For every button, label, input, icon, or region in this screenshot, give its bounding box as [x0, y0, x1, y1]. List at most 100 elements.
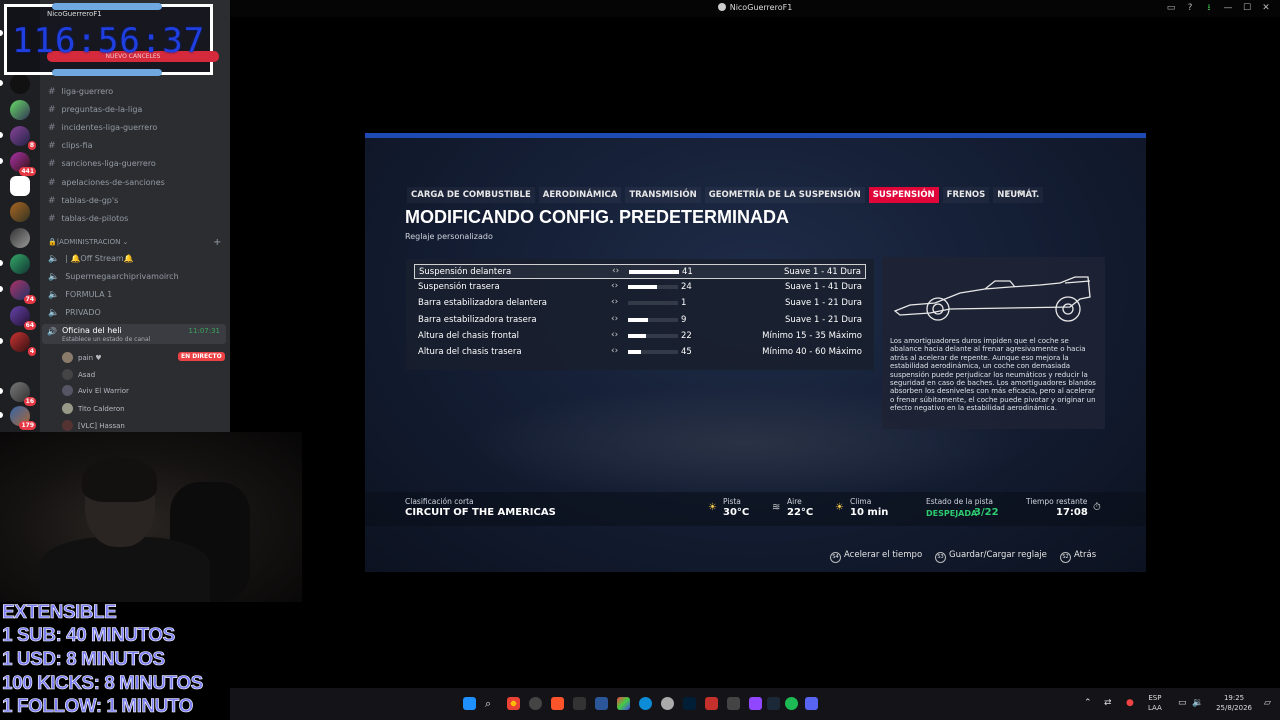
channel-item[interactable]: # apelaciones-de-sanciones	[48, 178, 165, 188]
microphone-icon[interactable]: ●	[1126, 698, 1134, 708]
voice-user[interactable]: pain ♥	[62, 352, 102, 363]
download-icon[interactable]: ⭳	[1203, 2, 1215, 14]
footer-save-load[interactable]: S3 Guardar/Cargar reglaje	[935, 550, 1047, 563]
channel-item[interactable]: # sanciones-liga-guerrero	[48, 159, 156, 169]
tab-fuel[interactable]: CARGA DE COMBUSTIBLE	[407, 187, 535, 203]
server-icon[interactable]: 179	[10, 406, 36, 430]
obs-icon[interactable]	[749, 697, 762, 710]
footer-back[interactable]: S2 Atrás	[1060, 550, 1096, 563]
channel-item[interactable]: # incidentes-liga-guerrero	[48, 123, 157, 133]
left-right-arrows-icon[interactable]: ‹›	[612, 266, 619, 276]
setting-row[interactable]: Altura del chasis frontal ‹› 22 Mínimo 1…	[414, 329, 866, 344]
overlay-name: NicoGuerreroF1	[47, 10, 102, 18]
channel-item[interactable]: # liga-guerrero	[48, 87, 113, 97]
active-voice-channel[interactable]: 🔊 Oficina del heli Establece un estado d…	[42, 324, 226, 344]
server-icon[interactable]	[10, 202, 30, 222]
track-temp-value: 30°C	[723, 507, 750, 518]
voice-channel-item[interactable]: 🔈 | 🔔Off Stream🔔	[48, 254, 134, 264]
channel-item[interactable]: # clips-fia	[48, 141, 92, 151]
voice-channel-item[interactable]: 🔈 Supermegaarchiprivamoirch	[48, 272, 179, 282]
tab-aero[interactable]: AERODINÁMICA	[538, 187, 622, 203]
left-right-arrows-icon[interactable]: ‹›	[611, 346, 618, 356]
tab-brakes[interactable]: FRENOS	[942, 187, 990, 203]
voice-user[interactable]: [VLC] Hassan	[62, 420, 125, 431]
app-icon[interactable]	[661, 697, 674, 710]
app-icon[interactable]	[705, 697, 718, 710]
word-icon[interactable]	[595, 697, 608, 710]
cast-icon[interactable]: ▭	[1165, 2, 1177, 14]
tab-geometry[interactable]: GEOMETRÍA DE LA SUSPENSIÓN	[704, 187, 865, 203]
volume-icon[interactable]: 🔉	[1192, 698, 1203, 708]
server-icon[interactable]: 8	[10, 126, 36, 150]
right-bumper-icon[interactable]: ↷	[1017, 189, 1025, 200]
server-icon[interactable]	[10, 228, 30, 248]
server-icon[interactable]: 74	[10, 280, 36, 304]
wind-icon: ≋	[772, 502, 781, 513]
system-clock[interactable]: 19:25 25/8/2026	[1216, 693, 1252, 713]
server-icon[interactable]: 441	[10, 152, 36, 176]
windows-start-icon[interactable]	[463, 697, 476, 710]
network-icon[interactable]: ▭	[1178, 698, 1187, 708]
left-right-arrows-icon[interactable]: ‹›	[611, 281, 618, 291]
category-header[interactable]: 🔒|ADMINISTRACION ⌄	[48, 238, 128, 246]
setting-row[interactable]: Altura del chasis trasera ‹› 45 Mínimo 4…	[414, 345, 866, 360]
minimize-button[interactable]: —	[1222, 2, 1234, 14]
setting-row[interactable]: Barra estabilizadora trasera ‹› 9 Suave …	[414, 313, 866, 328]
voice-channel-item[interactable]: 🔈 FORMULA 1	[48, 290, 112, 300]
left-bumper-icon[interactable]: ↶	[1005, 189, 1013, 200]
left-right-arrows-icon[interactable]: ‹›	[611, 297, 618, 307]
channel-item[interactable]: # preguntas-de-la-liga	[48, 105, 142, 115]
brave-icon[interactable]	[551, 697, 564, 710]
search-icon[interactable]: ⌕	[485, 697, 498, 710]
edge-icon[interactable]	[639, 697, 652, 710]
air-temp-value: 22°C	[787, 507, 814, 518]
calculator-icon[interactable]	[573, 697, 586, 710]
channel-item[interactable]: # tablas-de-pilotos	[48, 214, 128, 224]
voice-user[interactable]: Asad	[62, 369, 95, 380]
channel-item[interactable]: # tablas-de-gp's	[48, 196, 118, 206]
sync-icon[interactable]: ⇄	[1104, 698, 1112, 708]
app-icon[interactable]	[727, 697, 740, 710]
spotify-icon[interactable]	[785, 697, 798, 710]
copilot-icon[interactable]	[617, 697, 630, 710]
server-icon[interactable]	[10, 100, 30, 120]
discord-icon[interactable]	[805, 697, 818, 710]
server-icon[interactable]: 16	[10, 382, 36, 406]
tab-transmission[interactable]: TRANSMISIÓN	[625, 187, 701, 203]
server-icon[interactable]: 4	[10, 332, 36, 356]
overlay-line: 1 FOLLOW: 1 MINUTO	[2, 696, 194, 718]
tab-suspension[interactable]: SUSPENSIÓN	[868, 187, 939, 203]
github-icon[interactable]	[529, 697, 542, 710]
left-right-arrows-icon[interactable]: ‹›	[611, 314, 618, 324]
photoshop-icon[interactable]	[683, 697, 696, 710]
setting-row[interactable]: Suspensión trasera ‹› 24 Suave 1 - 41 Du…	[414, 280, 866, 295]
help-icon[interactable]: ?	[1184, 2, 1196, 14]
chrome-icon[interactable]	[507, 697, 520, 710]
left-right-arrows-icon[interactable]: ‹›	[611, 330, 618, 340]
maximize-button[interactable]: ☐	[1241, 2, 1253, 14]
chevron-up-icon[interactable]: ⌃	[1084, 698, 1092, 708]
server-icon[interactable]	[10, 74, 30, 94]
add-channel-icon[interactable]: +	[213, 237, 221, 248]
server-icon[interactable]: 64	[10, 306, 36, 330]
hash-icon: #	[48, 87, 56, 97]
close-button[interactable]: ✕	[1260, 2, 1272, 14]
track-state-count: 3/22	[974, 507, 999, 518]
setting-row[interactable]: Barra estabilizadora delantera ‹› 1 Suav…	[414, 296, 866, 311]
server-icon[interactable]	[10, 176, 30, 196]
setting-row[interactable]: Suspensión delantera ‹› 41 Suave 1 - 41 …	[414, 264, 866, 279]
language-indicator[interactable]: ESP LAA	[1148, 693, 1162, 713]
air-temp-label: Aire	[787, 497, 802, 506]
notification-icon[interactable]: ▱	[1264, 698, 1271, 708]
track-state-label: Estado de la pista	[926, 497, 994, 506]
voice-channel-item[interactable]: 🔈 PRIVADO	[48, 308, 101, 318]
server-indicator	[0, 80, 3, 86]
voice-user[interactable]: Tito Calderon	[62, 403, 125, 414]
time-remaining-value: 17:08	[1056, 507, 1088, 518]
track-state-value: DESPEJADA	[926, 509, 978, 518]
person-hair	[82, 457, 157, 502]
voice-user[interactable]: Aviv El Warrior	[62, 385, 129, 396]
steam-icon[interactable]	[767, 697, 780, 710]
server-icon[interactable]	[10, 254, 30, 274]
footer-accelerate[interactable]: S4 Acelerar el tiempo	[830, 550, 922, 563]
